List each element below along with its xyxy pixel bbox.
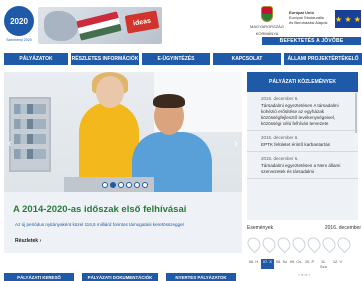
news-title[interactable]: Társadalmi egyeztetésen a Nem állami sze… — [261, 163, 352, 175]
main-nav: PÁLYÁZATOK RÉSZLETES INFORMÁCIÓK E-ÜGYIN… — [4, 53, 362, 65]
ideas-badge: ideas — [124, 10, 160, 34]
events-day-row: 06. H 07. K 08. Sz 09. Cs 10. P 11. Szo 12. V — [247, 259, 361, 269]
nav-reszletes-informaciok[interactable]: RÉSZLETES INFORMÁCIÓK — [71, 53, 139, 65]
government-line1: MAGYARORSZÁG — [250, 24, 284, 29]
hero-slider[interactable]: ‹ › A 2014-2020-as időszak első felhívás… — [4, 72, 242, 253]
eu-line3: és Beruházási Alapok — [289, 20, 328, 25]
events-pager[interactable]: ‹ ‹‹ ›› › — [247, 272, 361, 277]
event-pin-icon[interactable] — [289, 234, 309, 254]
event-pin-icon[interactable] — [259, 234, 279, 254]
news-header: PÁLYÁZATI KÖZLEMÉNYEK — [247, 72, 358, 92]
woman-head — [96, 76, 124, 108]
logo-caption: Széchenyi 2020 — [6, 37, 32, 42]
event-pin-icon[interactable] — [319, 234, 339, 254]
slider-next-arrow-icon[interactable]: › — [232, 136, 240, 150]
hero-description: Az új periódus nyitányaként közel 116,5 … — [15, 222, 184, 227]
events-label: Események — [247, 225, 274, 231]
news-item[interactable]: 2016. december 6. Társadalmi egyeztetése… — [247, 92, 358, 131]
eu-text: Európai Unió Európai Strukturális és Ber… — [289, 10, 333, 25]
hungarian-flag-image — [76, 11, 122, 41]
man-hair — [153, 94, 185, 108]
event-pin-icon[interactable] — [244, 234, 264, 254]
slider-dot[interactable] — [142, 182, 148, 188]
events-day[interactable]: 06. H — [247, 259, 260, 269]
palyazati-kereso-button[interactable]: PÁLYÁZATI KERESŐ — [4, 273, 74, 281]
nav-allami-projektertekelo[interactable]: ÁLLAMI PROJEKTÉRTÉKELŐ — [284, 53, 362, 65]
bookshelf-image — [9, 97, 51, 172]
slider-dot[interactable] — [102, 182, 108, 188]
slider-dot[interactable] — [118, 182, 124, 188]
hero-photo: ‹ › — [4, 72, 242, 192]
hero-headline[interactable]: A 2014-2020-as időszak első felhívásai — [13, 204, 238, 215]
events-day[interactable]: 08. Sz — [275, 259, 288, 269]
slider-dot[interactable] — [134, 182, 140, 188]
nyertes-palyazatok-button[interactable]: NYERTES PÁLYÁZATOK — [166, 273, 236, 281]
palyazati-dokumentaciok-button[interactable]: PÁLYÁZATI DOKUMENTÁCIÓK — [82, 273, 158, 281]
coat-of-arms-icon — [261, 6, 273, 22]
news-title[interactable]: EPTK felületet érintő karbantartás — [261, 142, 352, 148]
event-pin-icon[interactable] — [274, 234, 294, 254]
events-day[interactable]: 07. K — [261, 259, 274, 269]
nav-kapcsolat[interactable]: KAPCSOLAT — [213, 53, 281, 65]
nav-palyazatok[interactable]: PÁLYÁZATOK — [4, 53, 68, 65]
szechenyi-2020-logo[interactable]: 2020 Széchenyi 2020 — [4, 6, 34, 44]
eu-logo: Európai Unió Európai Strukturális és Ber… — [289, 10, 361, 36]
news-panel: PÁLYÁZATI KÖZLEMÉNYEK 2016. december 6. … — [247, 72, 358, 220]
news-item[interactable]: 2016. december 6. Társadalmi egyeztetése… — [247, 152, 358, 179]
events-day[interactable]: 12. V — [331, 259, 344, 269]
slider-dot[interactable] — [110, 182, 116, 188]
news-scrollbar[interactable] — [355, 93, 357, 133]
government-line2: KORMÁNYA — [255, 31, 279, 36]
nav-e-ugyintezes[interactable]: E-ÜGYINTÉZÉS — [142, 53, 210, 65]
slider-prev-arrow-icon[interactable]: ‹ — [6, 136, 14, 150]
bottom-buttons: PÁLYÁZATI KERESŐ PÁLYÁZATI DOKUMENTÁCIÓK… — [4, 273, 244, 281]
news-date: 2016. december 6. — [261, 156, 299, 161]
events-day[interactable]: 10. P — [303, 259, 316, 269]
events-day[interactable]: 11. Szo — [317, 259, 330, 269]
logo-badge: 2020 — [4, 6, 34, 36]
news-date: 2016. december 6. — [261, 135, 299, 140]
event-pins — [244, 234, 361, 254]
events-day[interactable]: 09. Cs — [289, 259, 302, 269]
slider-dot[interactable] — [126, 182, 132, 188]
events-month[interactable]: 2016. december — [325, 225, 361, 231]
header-banner-image: ideas — [38, 7, 162, 44]
news-item[interactable]: 2016. december 6. EPTK felületet érintő … — [247, 131, 358, 152]
event-pin-icon[interactable] — [304, 234, 324, 254]
slider-dots — [102, 182, 148, 188]
news-title[interactable]: Társadalmi egyeztetésen A társadalmi koh… — [261, 103, 352, 127]
eu-flag-icon: ★ ★ ★ — [335, 10, 361, 28]
news-date: 2016. december 6. — [261, 96, 299, 101]
hand-image — [44, 11, 78, 41]
invest-banner: BEFEKTETÉS A JÖVŐBE — [262, 37, 361, 45]
event-pin-icon[interactable] — [334, 234, 354, 254]
events-calendar: Események 2016. december 06. H 07. K 08. S… — [244, 225, 361, 277]
hero-more-link[interactable]: Részletek › — [15, 238, 41, 244]
